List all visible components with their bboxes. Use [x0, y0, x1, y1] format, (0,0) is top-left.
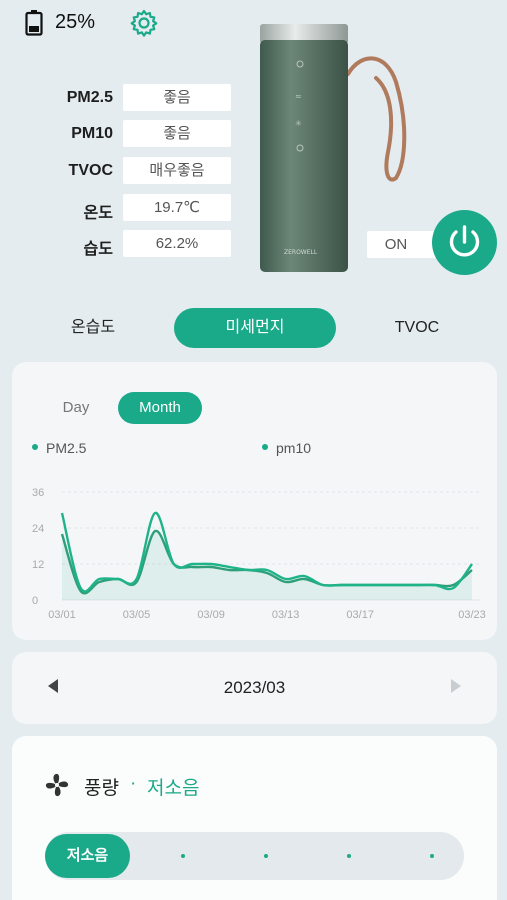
fan-step-dot[interactable] — [264, 854, 268, 858]
fan-label: 풍량 — [84, 778, 119, 799]
fan-separator: · — [130, 773, 137, 794]
legend-pm25: PM2.5 — [32, 440, 86, 456]
fan-icon — [45, 773, 69, 797]
y-tick-label: 36 — [32, 487, 44, 499]
fan-step-dot[interactable] — [181, 854, 185, 858]
sensor-label: TVOC — [68, 162, 113, 179]
sensor-row-temperature: 온도 19.7℃ — [40, 194, 240, 222]
x-tick-label: 03/05 — [123, 609, 151, 621]
fan-speed-card: 풍량 · 저소음 저소음 — [12, 736, 497, 900]
fan-step-dot[interactable] — [430, 854, 434, 858]
sensor-label: PM2.5 — [66, 89, 113, 106]
fan-step-dot[interactable] — [347, 854, 351, 858]
chart-card: Day Month PM2.5 pm10 0 12 24 36 03/01 03/05 03… — [12, 362, 497, 640]
tab-fine-dust[interactable]: 미세먼지 — [174, 308, 336, 348]
sensor-label: 습도 — [83, 241, 113, 258]
x-tick-label: 03/23 — [458, 609, 486, 621]
category-tabs: 온습도 미세먼지 TVOC — [0, 308, 507, 348]
fan-speed-slider[interactable]: 저소음 — [45, 832, 464, 880]
sensor-value: 매우좋음 — [123, 157, 231, 184]
sensor-label: PM10 — [71, 125, 113, 142]
date-navigator: 2023/03 — [12, 652, 497, 724]
fan-speed-thumb[interactable]: 저소음 — [45, 834, 130, 878]
sensor-value: 62.2% — [123, 230, 231, 257]
day-toggle[interactable]: Day — [46, 392, 106, 424]
tab-temperature-humidity[interactable]: 온습도 — [40, 308, 146, 348]
sensor-row-tvoc: TVOC 매우좋음 — [40, 157, 240, 185]
power-state-label: ON — [367, 231, 437, 258]
month-toggle[interactable]: Month — [118, 392, 202, 424]
legend-label: pm10 — [276, 440, 312, 456]
fan-mode: 저소음 — [147, 778, 200, 799]
x-tick-label: 03/13 — [272, 609, 300, 621]
svg-text:✳: ✳ — [295, 119, 302, 128]
gear-icon[interactable] — [129, 8, 159, 38]
y-tick-label: 0 — [32, 595, 38, 607]
y-tick-label: 24 — [32, 523, 44, 535]
legend-pm10: pm10 — [262, 440, 311, 456]
sensor-row-pm25: PM2.5 좋음 — [40, 84, 240, 112]
battery-icon — [25, 10, 43, 36]
next-month-button[interactable] — [451, 679, 461, 693]
x-tick-label: 03/09 — [197, 609, 225, 621]
legend-dot — [262, 444, 268, 451]
sensor-value: 좋음 — [123, 120, 231, 147]
current-date: 2023/03 — [223, 678, 286, 697]
x-tick-label: 03/17 — [346, 609, 374, 621]
power-icon — [449, 225, 480, 257]
y-tick-label: 12 — [32, 559, 44, 571]
svg-text:≈: ≈ — [295, 92, 302, 101]
sensor-row-pm10: PM10 좋음 — [40, 120, 240, 148]
device-brand: ZEROWELL — [284, 249, 318, 256]
line-chart: 0 12 24 36 03/01 03/05 03/09 03/13 03/17 03/23 — [32, 487, 486, 621]
legend-label: PM2.5 — [46, 440, 87, 456]
sensor-value: 좋음 — [123, 84, 231, 111]
legend-dot — [32, 444, 38, 451]
battery-percent: 25% — [55, 11, 96, 33]
sensor-row-humidity: 습도 62.2% — [40, 230, 240, 258]
tab-tvoc[interactable]: TVOC — [364, 308, 470, 348]
series-area-pm25 — [62, 530, 472, 600]
power-button[interactable] — [432, 210, 497, 275]
sensor-label: 온도 — [83, 205, 113, 222]
x-tick-label: 03/01 — [48, 609, 76, 621]
status-bar: 25% — [0, 0, 507, 46]
sensor-value: 19.7℃ — [123, 194, 231, 221]
